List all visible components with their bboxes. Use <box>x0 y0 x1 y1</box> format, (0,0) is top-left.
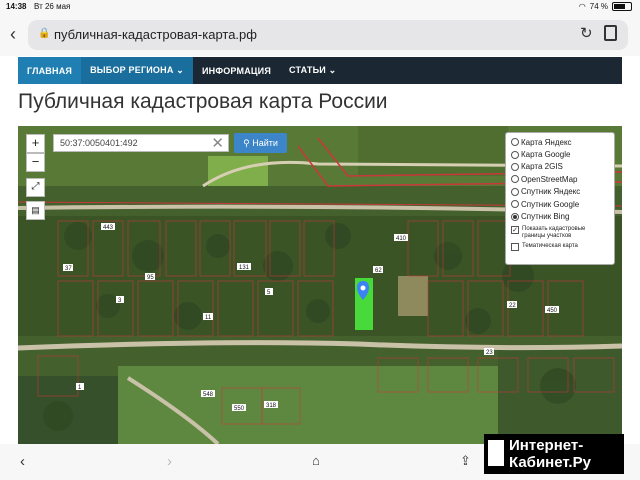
status-right: ◠ 74 % <box>579 2 632 11</box>
wifi-icon: ◠ <box>578 2 586 11</box>
parcel-label: 23 <box>486 350 493 356</box>
search-icon: ⚲ <box>243 138 250 148</box>
nav-articles[interactable]: СТАТЬИ ⌄ <box>280 57 345 84</box>
find-label: Найти <box>252 138 278 148</box>
zoom-in-button[interactable]: + <box>26 134 45 153</box>
parcel-label: 550 <box>234 406 245 412</box>
watermark-line1: Интернет- <box>509 437 584 454</box>
radio-selected-icon[interactable] <box>511 212 519 221</box>
status-date: Вт 26 мая <box>34 2 71 11</box>
radio-icon[interactable] <box>511 150 519 159</box>
radio-icon[interactable] <box>511 138 519 147</box>
site-nav: ГЛАВНАЯ ВЫБОР РЕГИОНА ⌄ ИНФОРМАЦИЯ СТАТЬ… <box>18 57 622 84</box>
battery-percent: 74 % <box>589 2 608 11</box>
forward-icon[interactable]: › <box>167 453 172 470</box>
back-icon[interactable]: ‹ <box>20 453 25 470</box>
parcel-label: 410 <box>396 236 407 242</box>
page-title: Публичная кадастровая карта России <box>18 90 388 113</box>
parcel-label: 131 <box>239 265 250 271</box>
parcel-label: 95 <box>147 275 154 281</box>
clear-icon[interactable]: ✕ <box>211 134 224 152</box>
layer-yandex-satellite[interactable]: Спутник Яндекс <box>511 186 609 198</box>
parcel-label: 22 <box>509 303 516 309</box>
radio-icon[interactable] <box>511 187 519 196</box>
parcel-label: 450 <box>547 308 558 314</box>
cadastral-search-input[interactable]: 50:37:0050401:492 ✕ <box>53 134 229 152</box>
layer-yandex-map[interactable]: Карта Яндекс <box>511 136 609 148</box>
url-text: публичная-кадастровая-карта.рф <box>54 27 257 42</box>
watermark-line2: Кабинет.Ру <box>509 454 591 471</box>
print-icon[interactable]: ▤ <box>26 201 45 220</box>
search-value: 50:37:0050401:492 <box>60 138 138 148</box>
battery-icon <box>612 2 632 11</box>
layer-switcher: Карта Яндекс Карта Google Карта 2GIS Ope… <box>505 132 615 265</box>
satellite-map[interactable]: 443 37 95 131 11 62 410 450 548 550 318 … <box>18 126 622 444</box>
address-bar[interactable]: 🔒 публичная-кадастровая-карта.рф ↻ <box>28 20 628 50</box>
share-icon[interactable]: ⇪ <box>460 453 471 469</box>
option-thematic-map[interactable]: Тематическая карта <box>511 242 609 251</box>
fullscreen-icon[interactable]: ⤢ <box>26 178 45 197</box>
layer-google-map[interactable]: Карта Google <box>511 148 609 160</box>
bookmark-icon[interactable] <box>604 25 617 41</box>
reader-icon[interactable]: ⌂ <box>312 453 320 468</box>
parcel-label: 11 <box>205 315 212 321</box>
layer-bing-satellite[interactable]: Спутник Bing <box>511 210 609 222</box>
find-button[interactable]: ⚲ Найти <box>234 133 287 153</box>
layer-openstreetmap[interactable]: OpenStreetMap <box>511 173 609 185</box>
back-chevron-icon[interactable]: ‹ <box>10 24 16 45</box>
radio-icon[interactable] <box>511 200 519 209</box>
watermark-logo-icon <box>488 440 504 466</box>
parcel-label: 548 <box>203 392 214 398</box>
lock-icon: 🔒 <box>38 28 51 39</box>
checkbox-checked-icon[interactable]: ✓ <box>511 225 519 234</box>
parcel-label: 443 <box>103 225 114 231</box>
option-cadastral-borders[interactable]: ✓ Показать кадастровые границы участков <box>511 225 609 240</box>
parcel-label: 37 <box>65 266 72 272</box>
parcel-label: 62 <box>375 268 382 274</box>
layer-2gis-map[interactable]: Карта 2GIS <box>511 161 609 173</box>
layer-google-satellite[interactable]: Спутник Google <box>511 198 609 210</box>
status-bar: 14:38 Вт 26 мая ◠ 74 % <box>0 0 640 14</box>
nav-home[interactable]: ГЛАВНАЯ <box>18 57 82 84</box>
status-time: 14:38 <box>6 2 27 11</box>
parcel-label: 318 <box>266 403 277 409</box>
radio-icon[interactable] <box>511 162 519 171</box>
checkbox-icon[interactable] <box>511 242 519 251</box>
zoom-out-button[interactable]: − <box>26 153 45 172</box>
nav-region-select[interactable]: ВЫБОР РЕГИОНА ⌄ <box>81 57 193 84</box>
radio-icon[interactable] <box>511 175 519 184</box>
browser-toolbar: ‹ 🔒 публичная-кадастровая-карта.рф ↻ <box>0 14 640 56</box>
watermark-logo: Интернет- Кабинет.Ру <box>484 434 624 474</box>
nav-info[interactable]: ИНФОРМАЦИЯ <box>193 57 280 84</box>
reload-icon[interactable]: ↻ <box>580 24 593 42</box>
